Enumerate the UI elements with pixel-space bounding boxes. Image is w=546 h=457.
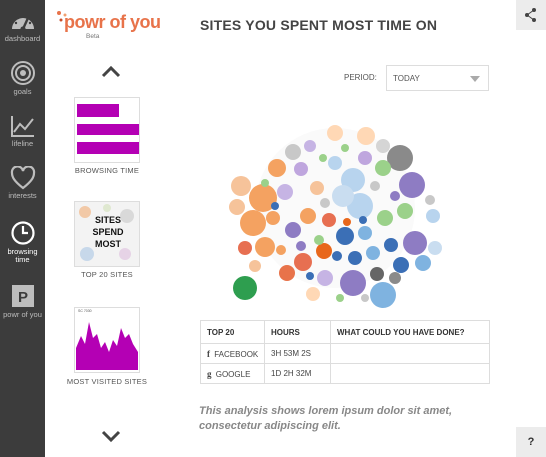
nav-item-goals[interactable]: goals bbox=[0, 60, 45, 96]
logo-text: powr of you bbox=[64, 12, 161, 32]
dashboard-icon bbox=[11, 14, 34, 32]
mini-chart-title: SC 7030 bbox=[78, 309, 92, 313]
nav-label: lifeline bbox=[11, 139, 34, 148]
share-button[interactable] bbox=[516, 0, 546, 30]
nav-item-interests[interactable]: interests bbox=[0, 166, 45, 200]
period-dropdown[interactable]: TODAY bbox=[386, 65, 489, 91]
app-root: dashboard goals lifeline interests brows… bbox=[0, 0, 546, 457]
top-sites-table: TOP 20 HOURS WHAT COULD YOU HAVE DONE? f… bbox=[200, 320, 490, 384]
target-icon bbox=[10, 61, 35, 85]
bar-chart-preview bbox=[77, 104, 139, 154]
scroll-down-icon[interactable] bbox=[100, 430, 122, 444]
thumbnail-top-20-sites[interactable]: SITES SPEND MOST bbox=[74, 201, 140, 267]
alternative-cell bbox=[330, 363, 490, 384]
powr-logo-icon: P bbox=[11, 285, 34, 307]
nav-item-lifeline[interactable]: lifeline bbox=[0, 114, 45, 148]
thumbnail-browsing-time[interactable] bbox=[74, 97, 140, 163]
nav-item-dashboard[interactable]: dashboard bbox=[0, 9, 45, 43]
area-chart-preview bbox=[76, 322, 138, 370]
nav-label: goals bbox=[13, 87, 32, 96]
nav-label: browsing time bbox=[7, 247, 38, 264]
site-cell: f FACEBOOK bbox=[200, 343, 265, 364]
nav-item-powr-of-you[interactable]: P powr of you bbox=[0, 283, 45, 319]
beta-badge: Beta bbox=[86, 33, 100, 40]
svg-text:P: P bbox=[17, 289, 27, 306]
table-row[interactable]: f FACEBOOK 3H 53M 2S bbox=[200, 343, 490, 364]
period-value: TODAY bbox=[393, 74, 420, 83]
sidebar-nav: dashboard goals lifeline interests brows… bbox=[0, 0, 45, 457]
period-label: PERIOD: bbox=[344, 73, 377, 82]
site-name: GOOGLE bbox=[215, 369, 251, 379]
table-row[interactable]: g GOOGLE 1D 2H 32M bbox=[200, 363, 490, 384]
column-header-top20: TOP 20 bbox=[200, 320, 265, 344]
google-icon: g bbox=[207, 368, 212, 379]
thumbnail-overlay-text: SITES SPEND MOST bbox=[92, 215, 124, 249]
site-name: FACEBOOK bbox=[214, 349, 259, 359]
thumbnail-label: BROWSING TIME bbox=[74, 166, 140, 175]
site-bubble-cluster bbox=[229, 125, 442, 308]
thumbnail-label: TOP 20 SITES bbox=[81, 270, 133, 279]
facebook-icon: f bbox=[207, 348, 210, 359]
hours-cell: 3H 53M 2S bbox=[264, 343, 331, 364]
line-chart-icon bbox=[10, 116, 34, 137]
help-button[interactable]: ? bbox=[516, 427, 546, 457]
column-header-hours: HOURS bbox=[264, 320, 331, 344]
page-title: SITES YOU SPENT MOST TIME ON bbox=[200, 17, 438, 33]
heart-icon bbox=[10, 166, 35, 190]
chevron-down-icon bbox=[470, 76, 480, 82]
app-logo[interactable]: powr of you Beta bbox=[56, 10, 168, 40]
site-cell: g GOOGLE bbox=[200, 363, 265, 384]
clock-icon bbox=[10, 221, 35, 245]
thumbnail-most-visited-sites[interactable]: SC 7030 bbox=[74, 307, 140, 373]
alternative-cell bbox=[330, 343, 490, 364]
nav-label: dashboard bbox=[4, 34, 41, 43]
thumbnail-label: MOST VISITED SITES bbox=[66, 377, 148, 386]
share-icon bbox=[525, 8, 536, 22]
scroll-up-icon[interactable] bbox=[100, 64, 122, 78]
analysis-note: This analysis shows lorem ipsum dolor si… bbox=[199, 405, 453, 432]
column-header-alternatives: WHAT COULD YOU HAVE DONE? bbox=[330, 320, 490, 344]
nav-item-browsing-time[interactable]: browsing time bbox=[0, 220, 45, 264]
bubble-group bbox=[229, 125, 442, 308]
nav-label: interests bbox=[8, 191, 37, 200]
table-header-row: TOP 20 HOURS WHAT COULD YOU HAVE DONE? bbox=[200, 320, 490, 344]
hours-cell: 1D 2H 32M bbox=[264, 363, 331, 384]
nav-label: powr of you bbox=[3, 310, 42, 319]
